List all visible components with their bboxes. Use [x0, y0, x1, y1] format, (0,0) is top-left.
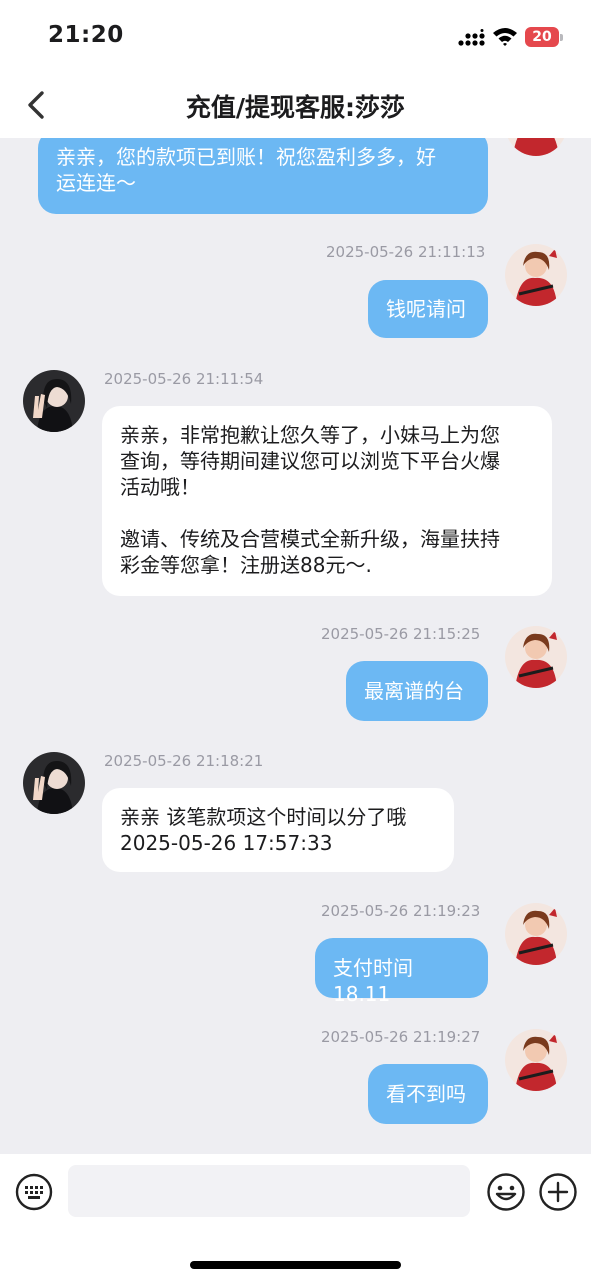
agent-avatar[interactable] — [23, 752, 85, 814]
outgoing-message-bubble[interactable]: 支付时间18.11 — [315, 938, 488, 1006]
message-text: 亲亲 该笔款项这个时间以分了哦 2025-05-26 17:57:33 — [120, 805, 407, 855]
user-avatar[interactable] — [505, 903, 567, 965]
battery-tip — [560, 34, 563, 41]
outgoing-message-bubble[interactable]: 看不到吗 — [368, 1064, 488, 1124]
status-bar: 21:20 20 — [0, 0, 591, 72]
message-text: 看不到吗 — [386, 1082, 466, 1106]
agent-avatar[interactable] — [23, 370, 85, 432]
agent-avatar[interactable] — [505, 138, 567, 156]
user-avatar[interactable] — [505, 244, 567, 306]
message-text: 亲亲，非常抱歉让您久等了，小妹马上为您 查询，等待期间建议您可以浏览下平台火爆 … — [120, 423, 500, 577]
emoji-icon[interactable] — [486, 1172, 526, 1212]
status-time: 21:20 — [48, 22, 124, 48]
message-text: 支付时间18.11 — [333, 956, 413, 1006]
home-indicator — [190, 1261, 401, 1269]
chat-message-list[interactable]: 亲亲，您的款项已到账！祝您盈利多多，好 运连连～ 2025-05-26 21:1… — [0, 138, 591, 1154]
message-timestamp: 2025-05-26 21:11:54 — [104, 370, 264, 388]
message-timestamp: 2025-05-26 21:19:23 — [321, 902, 481, 920]
incoming-message-bubble[interactable]: 亲亲，非常抱歉让您久等了，小妹马上为您 查询，等待期间建议您可以浏览下平台火爆 … — [102, 406, 552, 596]
plus-icon[interactable] — [538, 1172, 578, 1212]
user-avatar[interactable] — [505, 626, 567, 688]
incoming-message-bubble[interactable]: 亲亲，您的款项已到账！祝您盈利多多，好 运连连～ — [38, 138, 488, 214]
message-timestamp: 2025-05-26 21:19:27 — [321, 1028, 481, 1046]
incoming-message-bubble[interactable]: 亲亲 该笔款项这个时间以分了哦 2025-05-26 17:57:33 — [102, 788, 454, 872]
message-timestamp: 2025-05-26 21:11:13 — [326, 243, 486, 261]
outgoing-message-bubble[interactable]: 钱呢请问 — [368, 280, 488, 338]
battery-icon: 20 — [525, 27, 563, 47]
message-timestamp: 2025-05-26 21:18:21 — [104, 752, 264, 770]
message-text: 最离谱的台 — [364, 679, 464, 703]
message-text: 钱呢请问 — [386, 297, 466, 321]
wifi-icon — [493, 28, 517, 46]
message-text: 亲亲，您的款项已到账！祝您盈利多多，好 运连连～ — [56, 145, 436, 195]
message-timestamp: 2025-05-26 21:15:25 — [321, 625, 481, 643]
keyboard-icon[interactable] — [15, 1173, 53, 1211]
message-input[interactable] — [68, 1165, 470, 1217]
battery-level: 20 — [532, 29, 552, 45]
navigation-bar: 充值/提现客服:莎莎 — [0, 72, 591, 138]
user-avatar[interactable] — [505, 1029, 567, 1091]
message-input-bar — [0, 1154, 591, 1280]
cellular-signal-icon — [458, 29, 485, 46]
outgoing-message-bubble[interactable]: 最离谱的台 — [346, 661, 488, 721]
page-title: 充值/提现客服:莎莎 — [185, 93, 406, 122]
